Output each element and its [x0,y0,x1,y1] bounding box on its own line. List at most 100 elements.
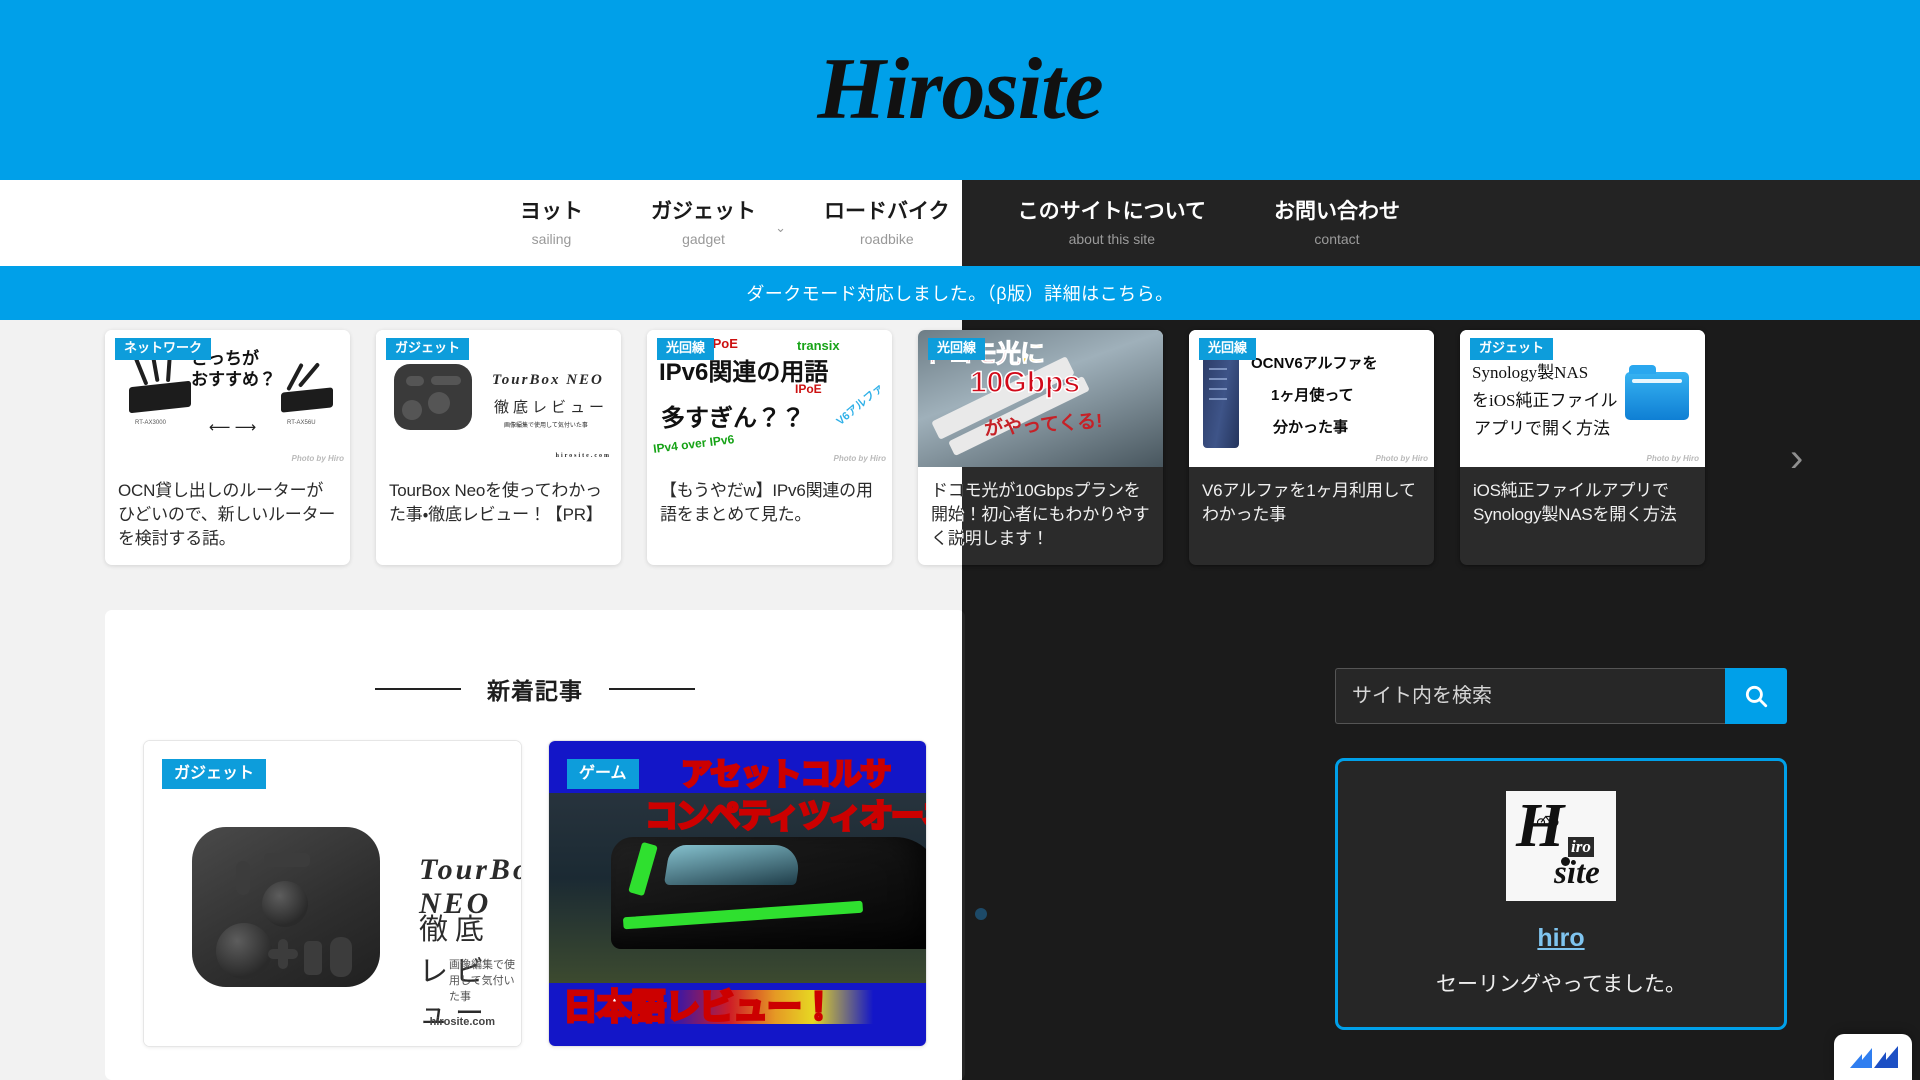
card-title: TourBox Neoを使ってわかった事・徹底レビュー！【PR】 [389,481,603,525]
carousel-dot[interactable] [975,908,987,920]
avatar-text-site: site [1554,855,1600,891]
profile-name-link[interactable]: hiro [1537,923,1584,953]
category-badge[interactable]: ゲーム [567,759,639,790]
carousel-card[interactable]: IPoE transix IPv6関連の用語 IPoE 多すぎん？？ V6アルフ… [647,330,892,566]
carousel-card[interactable]: Synology製NAS をiOS純正ファイル アプリで開く方法 Photo b… [1460,330,1705,566]
carousel-track: どっちが おすすめ？ RT-AX3000 RT-AX56U ⟵ ⟶ Photo … [105,330,1705,566]
notice-text: ダークモード対応しました。（β版）詳細はこちら。 [746,284,1174,304]
category-badge[interactable]: 光回線 [1199,338,1257,360]
card-thumbnail: ドコモ光に 10Gbps がやってくる! 光回線 [918,330,1163,467]
syn-line-3: アプリで開く方法 [1474,419,1610,438]
nav-item-roadbike[interactable]: ロードバイク roadbike [790,180,984,266]
syn-line-2: をiOS純正ファイル [1472,391,1618,410]
card-title: iOS純正ファイルアプリでSynology製NASを開く方法 [1473,481,1677,525]
bicycle-icon [1536,815,1559,827]
post-art-domain: hirosite.com [429,1016,495,1028]
site-header: Hirosite [0,0,1920,180]
carousel-card[interactable]: OCNV6アルファを 1ヶ月使って 分かった事 Photo by Hiro 光回… [1189,330,1434,566]
chevron-down-icon[interactable]: ⌄ [775,221,786,234]
search-input[interactable] [1335,668,1725,724]
card-thumbnail: IPoE transix IPv6関連の用語 IPoE 多すぎん？？ V6アルフ… [647,330,892,467]
dark-mode-notice-bar[interactable]: ダークモード対応しました。（β版）詳細はこちら。 [0,266,1920,320]
tourbox-art-domain: hirosite.com [555,453,611,459]
page-root: Hirosite ヨット sailing ガジェット gadget ⌄ ロードバ… [0,0,1920,1080]
post-thumbnail: TourBox NEO 徹底 レビュー 画像編集で使用して気付いた事 hiros… [144,741,521,1046]
tourbox-art-title: TourBox NEO [492,372,604,388]
photo-credit: Photo by Hiro [1646,454,1699,463]
post-grid: TourBox NEO 徹底 レビュー 画像編集で使用して気付いた事 hiros… [105,706,965,1047]
nav-label-ja: このサイトについて [1017,199,1206,223]
heading-rule-left [375,688,461,690]
photo-credit: Photo by Hiro [1375,454,1428,463]
race-line-3: 日本語レビュー！ [561,987,837,1029]
folder-icon [1625,365,1689,420]
photo-credit: Photo by Hiro [833,454,886,463]
post-card[interactable]: アセットコルサ コンペティツィオーネ 日本語レビュー！ ゲーム [548,740,927,1047]
nav-label-ja: お問い合わせ [1273,199,1400,223]
card-thumbnail: どっちが おすすめ？ RT-AX3000 RT-AX56U ⟵ ⟶ Photo … [105,330,350,467]
avatar: H iro site [1506,791,1616,901]
nav-label-en: gadget [682,231,725,248]
section-heading: 新着記事 [105,610,965,706]
heading-rule-right [609,688,695,690]
router-model-right: RT-AX56U [287,420,316,426]
docomo-line-3: がやってくる! [983,410,1104,441]
ocn-line-1: OCNV6アルファを [1251,355,1378,372]
category-badge[interactable]: ガジェット [162,759,267,790]
nav-item-gadget[interactable]: ガジェット gadget ⌄ [617,180,790,266]
carousel-next-icon[interactable]: › [1790,438,1803,478]
carousel-card[interactable]: どっちが おすすめ？ RT-AX3000 RT-AX56U ⟵ ⟶ Photo … [105,330,350,566]
ocn-line-3: 分かった事 [1273,419,1349,436]
content-area: ‹ › [0,320,1920,1080]
category-badge[interactable]: ネットワーク [115,338,212,360]
nav-item-sailing[interactable]: ヨット sailing [486,180,617,266]
share-arrow-icon [1850,1046,1898,1068]
carousel-card[interactable]: TourBox NEO 徹底レビュー 画像編集で使用して気付いた事 hirosi… [376,330,621,566]
main-navigation: ヨット sailing ガジェット gadget ⌄ ロードバイク roadbi… [0,180,1920,266]
sidebar: H iro site hiro セーリングやってました。 [1307,610,1815,1030]
avatar-text-iro: iro [1568,837,1594,857]
card-title: ドコモ光が10Gbpsプランを開始！初心者にもわかりやすく説明します！ [931,481,1150,549]
tag-ipv4-over-ipv6: IPv4 over IPv6 [652,432,735,456]
card-thumbnail: Synology製NAS をiOS純正ファイル アプリで開く方法 Photo b… [1460,330,1705,467]
site-logo[interactable]: Hirosite [817,46,1103,134]
nav-item-contact[interactable]: お問い合わせ contact [1240,180,1434,266]
compare-arrows: ⟵ ⟶ [209,419,257,436]
tourbox-art-caption: 画像編集で使用して気付いた事 [504,423,588,429]
post-card[interactable]: TourBox NEO 徹底 レビュー 画像編集で使用して気付いた事 hiros… [143,740,522,1047]
category-badge[interactable]: 光回線 [928,338,986,360]
post-art-caption: 画像編集で使用して気付いた事 [449,959,515,1003]
category-badge[interactable]: 光回線 [657,338,715,360]
syn-line-1: Synology製NAS [1472,363,1589,382]
search-button[interactable] [1725,668,1787,724]
card-title: 【もうやだw】IPv6関連の用語をまとめて見た。 [660,481,873,525]
tag-transix: transix [797,338,840,353]
category-badge[interactable]: ガジェット [386,338,470,360]
tag-ipoe-2: IPoE [795,382,822,396]
photo-credit: Photo by Hiro [291,454,344,463]
featured-carousel: ‹ › [0,320,1920,920]
nav-item-about[interactable]: このサイトについて about this site [984,180,1240,266]
latest-posts-column: 新着記事 [105,610,965,1080]
card-title: OCN貸し出しのルーターがひどいので、新しいルーターを検討する話。 [118,481,336,549]
router-model-left: RT-AX3000 [135,420,166,426]
profile-widget: H iro site hiro セーリングやってました。 [1335,758,1787,1030]
card-thumbnail: OCNV6アルファを 1ヶ月使って 分かった事 Photo by Hiro 光回… [1189,330,1434,467]
profile-bio: セーリングやってました。 [1436,973,1686,996]
card-title: V6アルファを1ヶ月利用してわかった事 [1202,481,1416,525]
docomo-line-2: 10Gbps [969,365,1081,400]
carousel-card[interactable]: ドコモ光に 10Gbps がやってくる! 光回線 ドコモ光が10Gbpsプランを… [918,330,1163,566]
search-icon [1745,685,1768,708]
race-line-1: アセットコルサ [679,756,892,794]
post-thumbnail: アセットコルサ コンペティツィオーネ 日本語レビュー！ ゲーム [549,741,926,1046]
tourbox-art-subtitle: 徹底レビュー [494,400,609,416]
share-widget[interactable] [1834,1034,1912,1080]
nav-label-ja: ガジェット [651,199,757,223]
card-thumbnail: TourBox NEO 徹底レビュー 画像編集で使用して気付いた事 hirosi… [376,330,621,467]
nav-label-en: about this site [1068,231,1155,248]
race-line-2: コンペティツィオーネ [643,796,926,836]
category-badge[interactable]: ガジェット [1470,338,1554,360]
search-form [1335,668,1787,724]
section-title: 新着記事 [487,678,583,704]
ipv6-line-2: 多すぎん？？ [661,405,805,432]
